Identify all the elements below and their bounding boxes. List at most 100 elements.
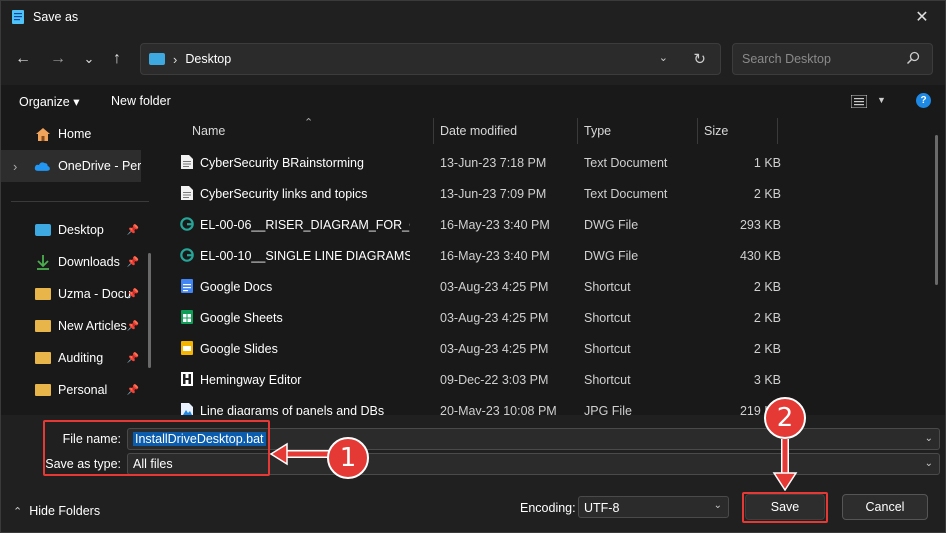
column-header-type[interactable]: Type — [584, 118, 611, 144]
file-date: 16-May-23 3:40 PM — [440, 218, 550, 232]
file-date: 09-Dec-22 3:03 PM — [440, 373, 549, 387]
sidebar-item-uzma-docu[interactable]: Uzma - Docu 📌 — [1, 278, 151, 310]
file-size: 293 KB — [739, 218, 781, 232]
window-title: Save as — [33, 10, 79, 24]
sidebar-item-auditing[interactable]: Auditing 📌 — [1, 342, 151, 374]
sidebar-item-onedrive[interactable]: › OneDrive - Perso — [1, 150, 141, 182]
file-name: Google Docs — [200, 280, 273, 294]
text-file-icon — [181, 186, 193, 200]
organize-button[interactable]: Organize ▾ — [19, 94, 79, 109]
column-header-label: Size — [704, 124, 729, 138]
file-date: 13-Jun-23 7:18 PM — [440, 156, 547, 170]
download-icon — [37, 255, 49, 270]
column-divider[interactable] — [697, 118, 698, 144]
sidebar-item-personal[interactable]: Personal 📌 — [1, 374, 151, 406]
column-divider[interactable] — [777, 118, 778, 144]
google-docs-icon — [181, 279, 193, 293]
table-row[interactable]: EL-00-10__SINGLE LINE DIAGRAMS 16-May-23… — [171, 240, 781, 271]
file-date: 03-Aug-23 4:25 PM — [440, 311, 549, 325]
file-size: 2 KB — [753, 280, 781, 294]
dwg-file-icon — [180, 217, 194, 231]
back-button[interactable]: ← — [11, 47, 35, 71]
forward-button[interactable]: → — [46, 47, 70, 71]
hide-folders-button[interactable]: ⌃ Hide Folders — [13, 504, 100, 518]
file-list-scrollbar[interactable] — [935, 135, 938, 285]
column-header-name[interactable]: Name — [192, 118, 225, 144]
sidebar-item-desktop[interactable]: Desktop 📌 — [1, 214, 151, 246]
sidebar-scrollbar[interactable] — [148, 253, 151, 368]
table-row[interactable]: Google Sheets 03-Aug-23 4:25 PM Shortcut… — [171, 302, 781, 333]
close-button[interactable]: ✕ — [899, 1, 945, 33]
table-row[interactable]: EL-00-06__RISER_DIAGRAM_FOR_CCTV_S... 16… — [171, 209, 781, 240]
column-header-label: Name — [192, 124, 226, 138]
title-bar: Save as ✕ — [1, 1, 945, 33]
text-file-icon — [181, 155, 193, 169]
file-type: Shortcut — [584, 373, 631, 387]
sidebar-item-new-articles[interactable]: New Articles 📌 — [1, 310, 151, 342]
cancel-button[interactable]: Cancel — [842, 494, 928, 520]
column-divider[interactable] — [577, 118, 578, 144]
folder-icon — [35, 352, 51, 364]
pin-icon: 📌 — [126, 352, 139, 364]
desktop-icon — [35, 224, 51, 236]
table-row[interactable]: Google Slides 03-Aug-23 4:25 PM Shortcut… — [171, 333, 781, 364]
table-row[interactable]: Hemingway Editor 09-Dec-22 3:03 PM Short… — [171, 364, 781, 395]
hemingway-icon — [181, 372, 193, 386]
google-slides-icon — [181, 341, 193, 355]
column-header-date[interactable]: Date modified — [440, 118, 517, 144]
expand-icon[interactable]: › — [13, 159, 34, 174]
address-bar[interactable]: › Desktop ⌄ ↻ — [140, 43, 721, 75]
save-as-dialog: Save as ✕ ← → ⌄ ↑ › Desktop ⌄ ↻ Search D… — [0, 0, 946, 533]
pin-icon: 📌 — [126, 384, 139, 396]
sidebar-item-downloads[interactable]: Downloads 📌 — [1, 246, 151, 278]
sort-ascending-icon: ⌃ — [304, 118, 314, 129]
chevron-down-icon[interactable]: ⌄ — [659, 51, 668, 64]
breadcrumb-desktop[interactable]: Desktop — [185, 52, 231, 66]
sidebar-item-home[interactable]: Home — [1, 118, 151, 150]
notepad-icon — [12, 10, 24, 24]
folder-icon — [35, 320, 51, 332]
step-2-badge: 2 — [764, 397, 806, 439]
file-size: 2 KB — [753, 311, 781, 325]
column-header-size[interactable]: Size — [704, 118, 728, 144]
search-placeholder: Search Desktop — [742, 52, 831, 66]
file-date: 13-Jun-23 7:09 PM — [440, 187, 547, 201]
file-type: DWG File — [584, 218, 639, 232]
pin-icon: 📌 — [126, 288, 139, 300]
file-name: CyberSecurity links and topics — [200, 187, 368, 201]
up-button[interactable]: ↑ — [105, 47, 129, 71]
recent-locations-button[interactable]: ⌄ — [77, 47, 101, 71]
help-icon: ? — [920, 95, 927, 106]
file-type: Shortcut — [584, 311, 631, 325]
sidebar-item-label: OneDrive - Perso — [58, 159, 141, 173]
chevron-down-icon[interactable]: ⌄ — [925, 458, 933, 469]
file-date: 03-Aug-23 4:25 PM — [440, 280, 549, 294]
help-button[interactable]: ? — [916, 93, 931, 108]
new-folder-button[interactable]: New folder — [111, 94, 171, 108]
file-name: Line diagrams of panels and DBs — [200, 404, 385, 415]
file-size: 3 KB — [753, 373, 781, 387]
table-row[interactable]: Line diagrams of panels and DBs 20-May-2… — [171, 395, 781, 415]
file-type: Shortcut — [584, 342, 631, 356]
column-divider[interactable] — [433, 118, 434, 144]
chevron-down-icon[interactable]: ⌄ — [925, 433, 933, 444]
table-row[interactable]: CyberSecurity links and topics 13-Jun-23… — [171, 178, 781, 209]
refresh-icon[interactable]: ↻ — [693, 50, 706, 68]
view-dropdown-icon[interactable]: ▼ — [877, 95, 886, 105]
search-input[interactable]: Search Desktop — [732, 43, 933, 75]
step-1-badge: 1 — [327, 437, 369, 479]
file-date: 20-May-23 10:08 PM — [440, 404, 557, 415]
highlight-box-save — [742, 492, 828, 523]
view-options-icon[interactable] — [851, 95, 867, 108]
step-2-label: 2 — [776, 403, 794, 433]
pin-icon: 📌 — [126, 320, 139, 332]
table-row[interactable]: Google Docs 03-Aug-23 4:25 PM Shortcut 2… — [171, 271, 781, 302]
table-row[interactable]: CyberSecurity BRainstorming 13-Jun-23 7:… — [171, 147, 781, 178]
file-name: EL-00-10__SINGLE LINE DIAGRAMS — [200, 249, 410, 263]
encoding-select[interactable]: UTF-8 ⌄ — [578, 496, 729, 518]
file-name: EL-00-06__RISER_DIAGRAM_FOR_CCTV_S... — [200, 218, 410, 232]
pin-icon: 📌 — [126, 256, 139, 268]
file-list: ⌃ Name Date modified Type Size CyberSecu… — [161, 118, 945, 415]
close-icon: ✕ — [915, 9, 929, 26]
file-type: Text Document — [584, 187, 668, 201]
